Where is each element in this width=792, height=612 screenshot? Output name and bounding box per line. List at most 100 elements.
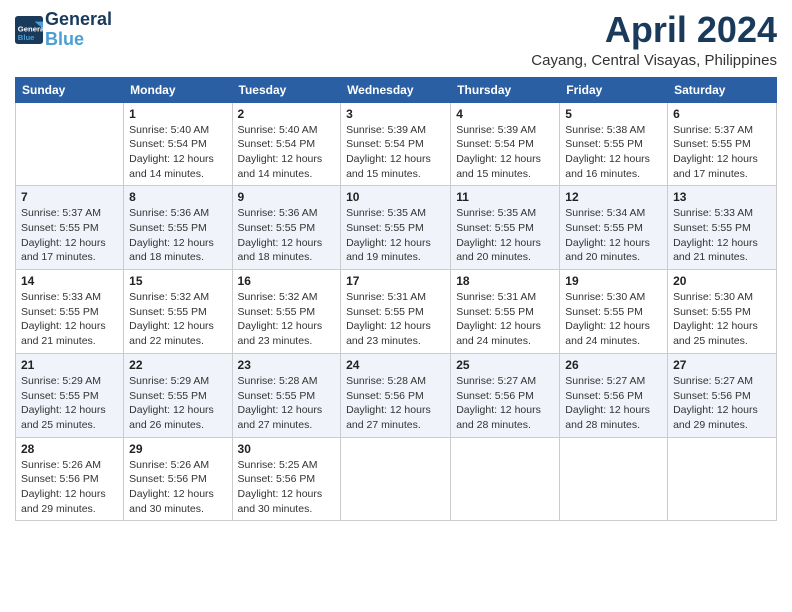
day-info: Sunrise: 5:26 AM Sunset: 5:56 PM Dayligh… xyxy=(21,458,118,517)
calendar-cell: 8 Sunrise: 5:36 AM Sunset: 5:55 PM Daylig… xyxy=(124,186,232,270)
calendar-cell: 16Sunrise: 5:32 AM Sunset: 5:55 PM Dayli… xyxy=(232,270,341,354)
day-info: Sunrise: 5:37 AM Sunset: 5:55 PM Dayligh… xyxy=(21,206,118,265)
weekday-header-cell: Sunday xyxy=(16,77,124,102)
day-info: Sunrise: 5:40 AM Sunset: 5:54 PM Dayligh… xyxy=(238,123,336,182)
calendar-cell: 9 Sunrise: 5:36 AM Sunset: 5:55 PM Daylig… xyxy=(232,186,341,270)
calendar-cell: 14 Sunrise: 5:33 AM Sunset: 5:55 PM Dayli… xyxy=(16,270,124,354)
calendar-cell: 4 Sunrise: 5:39 AM Sunset: 5:54 PM Daylig… xyxy=(451,102,560,186)
day-info: Sunrise: 5:33 AM Sunset: 5:55 PM Dayligh… xyxy=(21,290,118,349)
day-info: Sunrise: 5:39 AM Sunset: 5:54 PM Dayligh… xyxy=(346,123,445,182)
location-title: Cayang, Central Visayas, Philippines xyxy=(531,52,777,69)
calendar-week-row: 14 Sunrise: 5:33 AM Sunset: 5:55 PM Dayli… xyxy=(16,270,777,354)
day-number: 25 xyxy=(456,358,554,372)
day-number: 21 xyxy=(21,358,118,372)
day-info: Sunrise: 5:32 AM Sunset: 5:55 PM Dayligh… xyxy=(238,290,336,349)
day-number: 19 xyxy=(565,274,662,288)
calendar-cell: 11Sunrise: 5:35 AM Sunset: 5:55 PM Dayli… xyxy=(451,186,560,270)
calendar-cell: 25 Sunrise: 5:27 AM Sunset: 5:56 PM Dayli… xyxy=(451,353,560,437)
day-info: Sunrise: 5:31 AM Sunset: 5:55 PM Dayligh… xyxy=(346,290,445,349)
day-info: Sunrise: 5:40 AM Sunset: 5:54 PM Dayligh… xyxy=(129,123,226,182)
calendar-cell: 22 Sunrise: 5:29 AM Sunset: 5:55 PM Dayli… xyxy=(124,353,232,437)
calendar-cell: 28 Sunrise: 5:26 AM Sunset: 5:56 PM Dayli… xyxy=(16,437,124,521)
day-number: 5 xyxy=(565,107,662,121)
calendar-cell: 12 Sunrise: 5:34 AM Sunset: 5:55 PM Dayli… xyxy=(560,186,668,270)
calendar-cell xyxy=(451,437,560,521)
calendar-cell: 20 Sunrise: 5:30 AM Sunset: 5:55 PM Dayli… xyxy=(668,270,777,354)
weekday-header-cell: Tuesday xyxy=(232,77,341,102)
calendar-week-row: 28 Sunrise: 5:26 AM Sunset: 5:56 PM Dayli… xyxy=(16,437,777,521)
calendar-cell: 30 Sunrise: 5:25 AM Sunset: 5:56 PM Dayli… xyxy=(232,437,341,521)
weekday-header-cell: Friday xyxy=(560,77,668,102)
day-number: 6 xyxy=(673,107,771,121)
day-info: Sunrise: 5:30 AM Sunset: 5:55 PM Dayligh… xyxy=(673,290,771,349)
day-number: 12 xyxy=(565,190,662,204)
title-block: April 2024 Cayang, Central Visayas, Phil… xyxy=(531,10,777,69)
day-number: 24 xyxy=(346,358,445,372)
day-info: Sunrise: 5:28 AM Sunset: 5:55 PM Dayligh… xyxy=(238,374,336,433)
day-info: Sunrise: 5:32 AM Sunset: 5:55 PM Dayligh… xyxy=(129,290,226,349)
day-info: Sunrise: 5:27 AM Sunset: 5:56 PM Dayligh… xyxy=(565,374,662,433)
day-info: Sunrise: 5:39 AM Sunset: 5:54 PM Dayligh… xyxy=(456,123,554,182)
day-number: 8 xyxy=(129,190,226,204)
day-info: Sunrise: 5:34 AM Sunset: 5:55 PM Dayligh… xyxy=(565,206,662,265)
day-number: 22 xyxy=(129,358,226,372)
calendar-cell: 1 Sunrise: 5:40 AM Sunset: 5:54 PM Daylig… xyxy=(124,102,232,186)
day-number: 3 xyxy=(346,107,445,121)
calendar-cell: 10 Sunrise: 5:35 AM Sunset: 5:55 PM Dayli… xyxy=(341,186,451,270)
calendar-cell: 27Sunrise: 5:27 AM Sunset: 5:56 PM Dayli… xyxy=(668,353,777,437)
day-info: Sunrise: 5:29 AM Sunset: 5:55 PM Dayligh… xyxy=(21,374,118,433)
calendar-table: SundayMondayTuesdayWednesdayThursdayFrid… xyxy=(15,77,777,522)
month-title: April 2024 xyxy=(531,10,777,50)
day-info: Sunrise: 5:27 AM Sunset: 5:56 PM Dayligh… xyxy=(456,374,554,433)
day-info: Sunrise: 5:33 AM Sunset: 5:55 PM Dayligh… xyxy=(673,206,771,265)
day-info: Sunrise: 5:36 AM Sunset: 5:55 PM Dayligh… xyxy=(129,206,226,265)
svg-text:Blue: Blue xyxy=(18,33,35,42)
calendar-week-row: 21 Sunrise: 5:29 AM Sunset: 5:55 PM Dayli… xyxy=(16,353,777,437)
day-number: 23 xyxy=(238,358,336,372)
calendar-cell xyxy=(16,102,124,186)
day-info: Sunrise: 5:25 AM Sunset: 5:56 PM Dayligh… xyxy=(238,458,336,517)
day-info: Sunrise: 5:30 AM Sunset: 5:55 PM Dayligh… xyxy=(565,290,662,349)
day-number: 10 xyxy=(346,190,445,204)
calendar-cell: 26 Sunrise: 5:27 AM Sunset: 5:56 PM Dayli… xyxy=(560,353,668,437)
day-number: 2 xyxy=(238,107,336,121)
weekday-header-cell: Saturday xyxy=(668,77,777,102)
calendar-cell: 15 Sunrise: 5:32 AM Sunset: 5:55 PM Dayli… xyxy=(124,270,232,354)
calendar-cell: 6 Sunrise: 5:37 AM Sunset: 5:55 PM Daylig… xyxy=(668,102,777,186)
day-info: Sunrise: 5:29 AM Sunset: 5:55 PM Dayligh… xyxy=(129,374,226,433)
calendar-cell xyxy=(341,437,451,521)
day-number: 7 xyxy=(21,190,118,204)
day-number: 15 xyxy=(129,274,226,288)
day-info: Sunrise: 5:27 AM Sunset: 5:56 PM Dayligh… xyxy=(673,374,771,433)
day-number: 20 xyxy=(673,274,771,288)
day-info: Sunrise: 5:35 AM Sunset: 5:55 PM Dayligh… xyxy=(346,206,445,265)
day-number: 4 xyxy=(456,107,554,121)
day-number: 17 xyxy=(346,274,445,288)
calendar-cell: 21 Sunrise: 5:29 AM Sunset: 5:55 PM Dayli… xyxy=(16,353,124,437)
calendar-cell: 19 Sunrise: 5:30 AM Sunset: 5:55 PM Dayli… xyxy=(560,270,668,354)
day-number: 26 xyxy=(565,358,662,372)
day-info: Sunrise: 5:28 AM Sunset: 5:56 PM Dayligh… xyxy=(346,374,445,433)
day-number: 14 xyxy=(21,274,118,288)
day-number: 13 xyxy=(673,190,771,204)
day-number: 30 xyxy=(238,442,336,456)
day-info: Sunrise: 5:36 AM Sunset: 5:55 PM Dayligh… xyxy=(238,206,336,265)
calendar-cell: 23 Sunrise: 5:28 AM Sunset: 5:55 PM Dayli… xyxy=(232,353,341,437)
day-number: 9 xyxy=(238,190,336,204)
calendar-cell: 29Sunrise: 5:26 AM Sunset: 5:56 PM Dayli… xyxy=(124,437,232,521)
day-info: Sunrise: 5:37 AM Sunset: 5:55 PM Dayligh… xyxy=(673,123,771,182)
day-number: 1 xyxy=(129,107,226,121)
weekday-header-cell: Monday xyxy=(124,77,232,102)
weekday-header-cell: Wednesday xyxy=(341,77,451,102)
day-info: Sunrise: 5:31 AM Sunset: 5:55 PM Dayligh… xyxy=(456,290,554,349)
calendar-cell: 24 Sunrise: 5:28 AM Sunset: 5:56 PM Dayli… xyxy=(341,353,451,437)
day-info: Sunrise: 5:26 AM Sunset: 5:56 PM Dayligh… xyxy=(129,458,226,517)
day-info: Sunrise: 5:38 AM Sunset: 5:55 PM Dayligh… xyxy=(565,123,662,182)
logo-icon: General Blue xyxy=(15,16,43,44)
weekday-header-row: SundayMondayTuesdayWednesdayThursdayFrid… xyxy=(16,77,777,102)
logo: General Blue General Blue xyxy=(15,10,112,50)
calendar-cell: 7 Sunrise: 5:37 AM Sunset: 5:55 PM Daylig… xyxy=(16,186,124,270)
page-header: General Blue General Blue April 2024 Cay… xyxy=(15,10,777,69)
day-number: 28 xyxy=(21,442,118,456)
day-number: 18 xyxy=(456,274,554,288)
